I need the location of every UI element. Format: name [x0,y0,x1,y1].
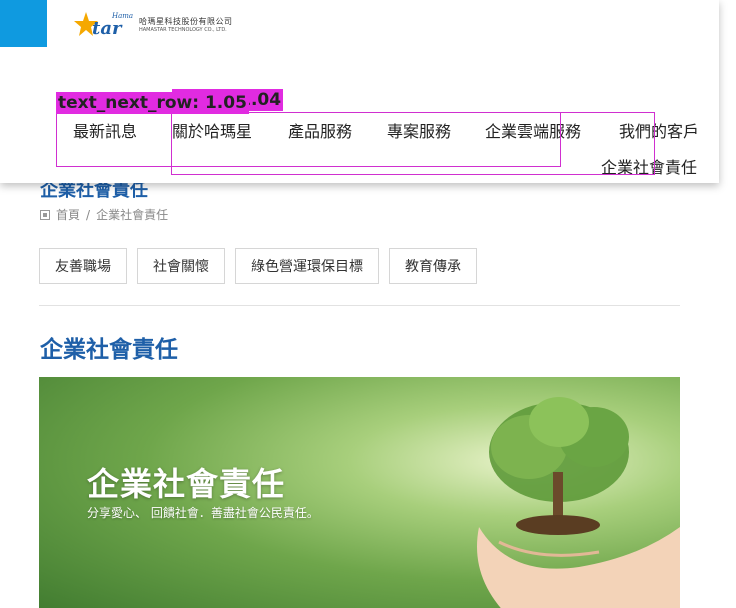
category-tabs: 友善職場 社會關懷 綠色營運環保目標 教育傳承 [39,248,477,284]
banner-subtitle: 分享愛心、 回饋社會．善盡社會公民責任。 [87,506,319,520]
company-logo[interactable]: tar Hama 哈瑪星科技股份有限公司 HAMASTAR TECHNOLOGY… [72,10,272,40]
nav-item-products[interactable]: 產品服務 [288,118,352,142]
menu-toggle-block[interactable] [0,0,47,47]
nav-item-projects[interactable]: 專案服務 [387,118,451,142]
svg-text:tar: tar [92,18,123,39]
site-header: tar Hama 哈瑪星科技股份有限公司 HAMASTAR TECHNOLOGY… [0,0,719,183]
breadcrumb-separator: / [86,207,91,222]
section-title: 企業社會責任 [40,337,178,363]
tab-social-care[interactable]: 社會關懷 [137,248,225,284]
logo-company-name-en: HAMASTAR TECHNOLOGY CO., LTD. [139,27,227,33]
nav-item-cloud[interactable]: 企業雲端服務 [485,118,581,142]
tab-friendly-workplace[interactable]: 友善職場 [39,248,127,284]
nav-item-csr[interactable]: 企業社會責任 [601,154,697,178]
logo-company-name: 哈瑪星科技股份有限公司 [139,17,233,26]
tab-green-operations[interactable]: 綠色營運環保目標 [235,248,379,284]
breadcrumb-current: 企業社會責任 [96,208,169,222]
nav-item-clients[interactable]: 我們的客戶 [619,118,699,142]
debug-label-a: text_next_row: 1.05 [56,92,249,114]
section-divider [39,305,680,306]
nav-item-about[interactable]: 關於哈瑪星 [172,118,252,142]
nav-item-news[interactable]: 最新訊息 [73,118,137,142]
banner-title: 企業社會責任 [87,465,286,503]
breadcrumb-home[interactable]: 首頁 [56,206,80,223]
svg-text:Hama: Hama [111,12,133,20]
breadcrumb: 首頁 / 企業社會責任 [40,206,168,223]
csr-banner: 企業社會責任 分享愛心、 回饋社會．善盡社會公民責任。 [39,377,680,608]
tab-education[interactable]: 教育傳承 [389,248,477,284]
star-logo-icon: tar Hama [74,12,133,39]
home-icon [40,209,50,220]
